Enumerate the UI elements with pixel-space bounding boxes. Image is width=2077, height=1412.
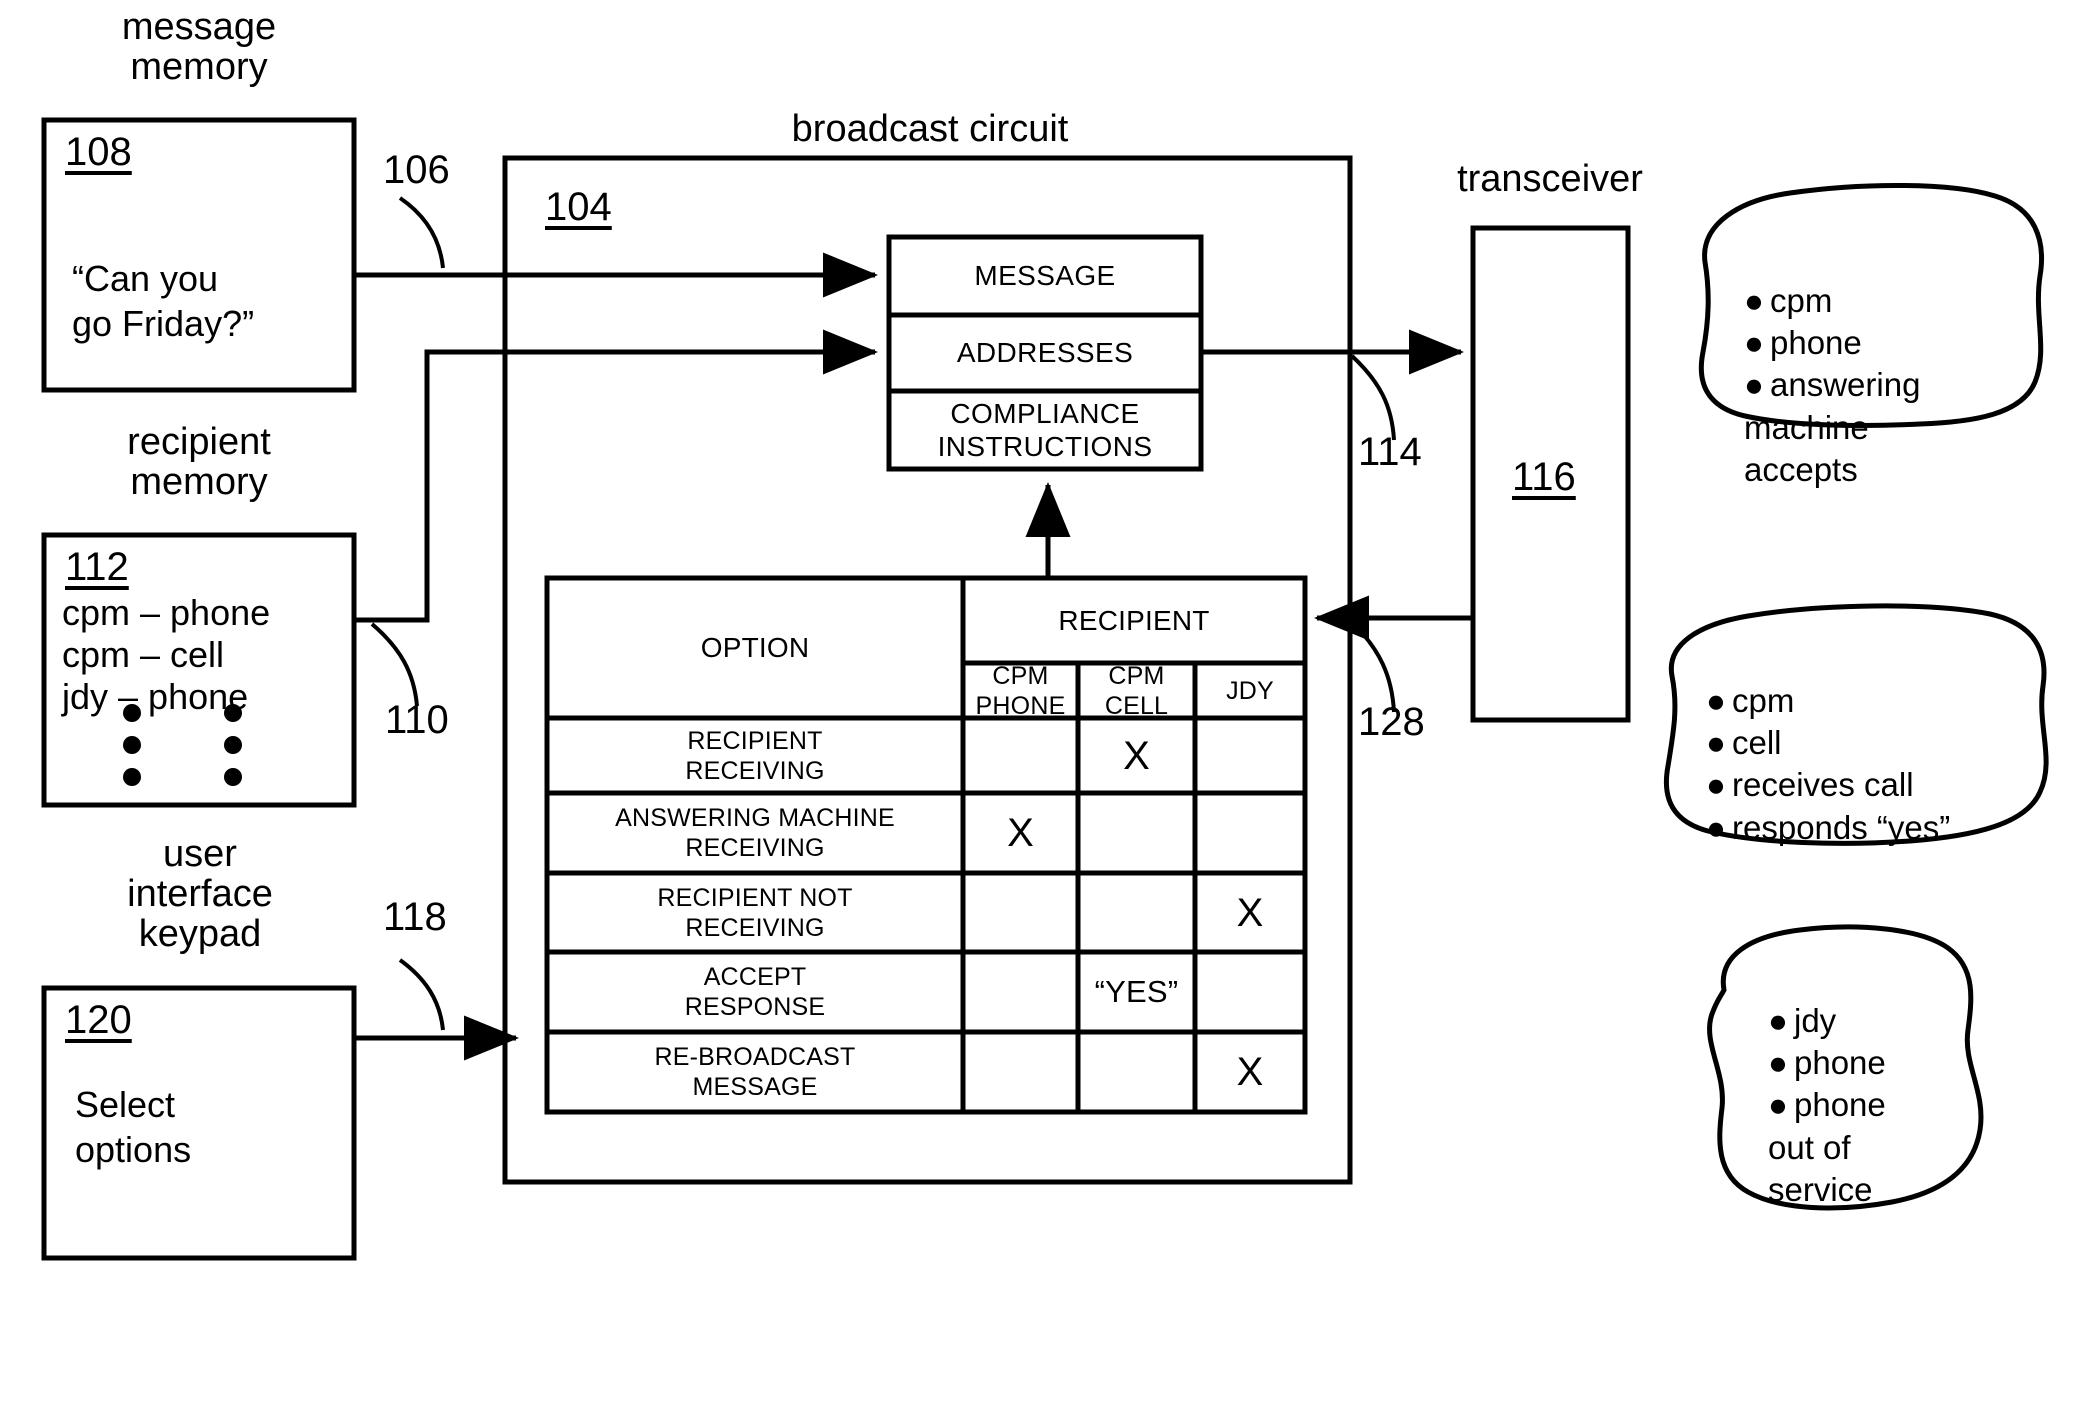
table-column-header-cpm-phone: CPM PHONE <box>975 661 1066 720</box>
callout-2-bullet-1: ● cell <box>1706 724 1782 762</box>
callout-3-cont-0: out of <box>1768 1128 1851 1166</box>
callout-2-bullet-3: ● responds “yes” <box>1706 808 1951 846</box>
table-cell-1-2 <box>1195 793 1305 873</box>
table-cell-4-0 <box>963 1032 1078 1112</box>
leader-128 <box>1350 620 1396 713</box>
packet-compliance-label: COMPLIANCE INSTRUCTIONS <box>937 397 1153 462</box>
leader-106 <box>398 196 445 269</box>
callout-jdy-out-of-service-text: ● jdy ● phone ● phone out of service <box>1768 1000 1988 1211</box>
recipient-memory-line-1: cpm – cell <box>62 634 225 675</box>
leader-110 <box>370 622 419 707</box>
callout-1-bullet-1: ● phone <box>1744 324 1862 362</box>
table-cell-2-2: X <box>1236 890 1264 935</box>
callout-answering-machine-text: ● cpm ● phone ● answering machine accepts <box>1744 280 2044 491</box>
table-corner-header-option: OPTION <box>700 632 810 664</box>
ref-104: 104 <box>545 185 612 229</box>
table-row-option-4: RE-BROADCAST MESSAGE <box>654 1043 856 1101</box>
ref-108: 108 <box>65 130 132 174</box>
packet-message-label: MESSAGE <box>974 260 1116 292</box>
table-cell-0-1: X <box>1123 733 1150 778</box>
recipient-memory-line-0: cpm – phone <box>62 592 271 633</box>
callout-3-cont-1: service <box>1768 1170 1873 1208</box>
caption-user-interface-keypad: user interface keypad <box>127 833 273 955</box>
table-cell-1-1 <box>1078 793 1195 873</box>
callout-3-bullet-1: ● phone <box>1768 1044 1886 1082</box>
message-memory-body: “Can you go Friday?” <box>72 258 255 344</box>
ref-110: 110 <box>385 698 449 742</box>
ref-116: 116 <box>1512 455 1576 499</box>
ref-106: 106 <box>383 148 450 192</box>
caption-message-memory: message memory <box>121 6 277 88</box>
callout-3-bullet-0: ● jdy <box>1768 1002 1837 1039</box>
callout-2-bullet-0: ● cpm <box>1706 682 1795 719</box>
ref-118: 118 <box>383 895 447 939</box>
table-group-header-recipient: RECIPIENT <box>1058 604 1210 636</box>
keypad-body: Select options <box>75 1084 192 1170</box>
leader-114 <box>1350 354 1396 441</box>
ref-114: 114 <box>1358 430 1422 474</box>
caption-recipient-memory: recipient memory <box>127 421 271 503</box>
table-cell-3-1: “YES” <box>1094 974 1179 1010</box>
leader-118 <box>398 958 445 1031</box>
table-row-option-1: ANSWERING MACHINE RECEIVING <box>615 804 895 862</box>
table-row-option-2: RECIPIENT NOT RECEIVING <box>657 883 853 942</box>
table-cell-3-2 <box>1195 952 1305 1032</box>
callout-1-cont-0: machine <box>1744 408 1869 446</box>
table-row-option-3: ACCEPT RESPONSE <box>684 963 826 1021</box>
patent-figure: message memory recipient memory user interf… <box>0 0 2077 1412</box>
table-cell-1-0: X <box>1007 811 1034 855</box>
table-cell-3-0 <box>963 952 1078 1032</box>
callout-1-cont-1: accepts <box>1744 450 1858 488</box>
ref-120: 120 <box>65 998 132 1042</box>
table-cell-2-1 <box>1078 873 1195 952</box>
callout-1-bullet-0: ● cpm <box>1744 282 1833 319</box>
callout-1-bullet-2: ● answering <box>1744 366 1921 404</box>
table-column-header-cpm-cell: CPM CELL <box>1104 661 1169 720</box>
table-cell-0-2 <box>1195 718 1305 793</box>
callout-2-bullet-2: ● receives call <box>1706 766 1914 804</box>
table-cell-0-0 <box>963 718 1078 793</box>
table-cell-4-2: X <box>1236 1050 1264 1094</box>
packet-addresses-label: ADDRESSES <box>956 337 1134 369</box>
table-column-header-jdy: JDY <box>1226 676 1274 705</box>
ref-128: 128 <box>1358 700 1425 744</box>
table-cell-4-1 <box>1078 1032 1195 1112</box>
caption-broadcast-circuit: broadcast circuit <box>791 108 1069 150</box>
ref-112: 112 <box>65 545 129 589</box>
callout-3-bullet-2: ● phone <box>1768 1086 1886 1124</box>
table-cell-2-0 <box>963 873 1078 952</box>
callout-cell-yes-text: ● cpm ● cell ● receives call ● responds “yes… <box>1706 680 2046 849</box>
recipient-memory-line-2: jdy – phone <box>62 676 249 717</box>
caption-transceiver: transceiver <box>1457 158 1643 200</box>
table-row-option-0: RECIPIENT RECEIVING <box>685 726 825 785</box>
